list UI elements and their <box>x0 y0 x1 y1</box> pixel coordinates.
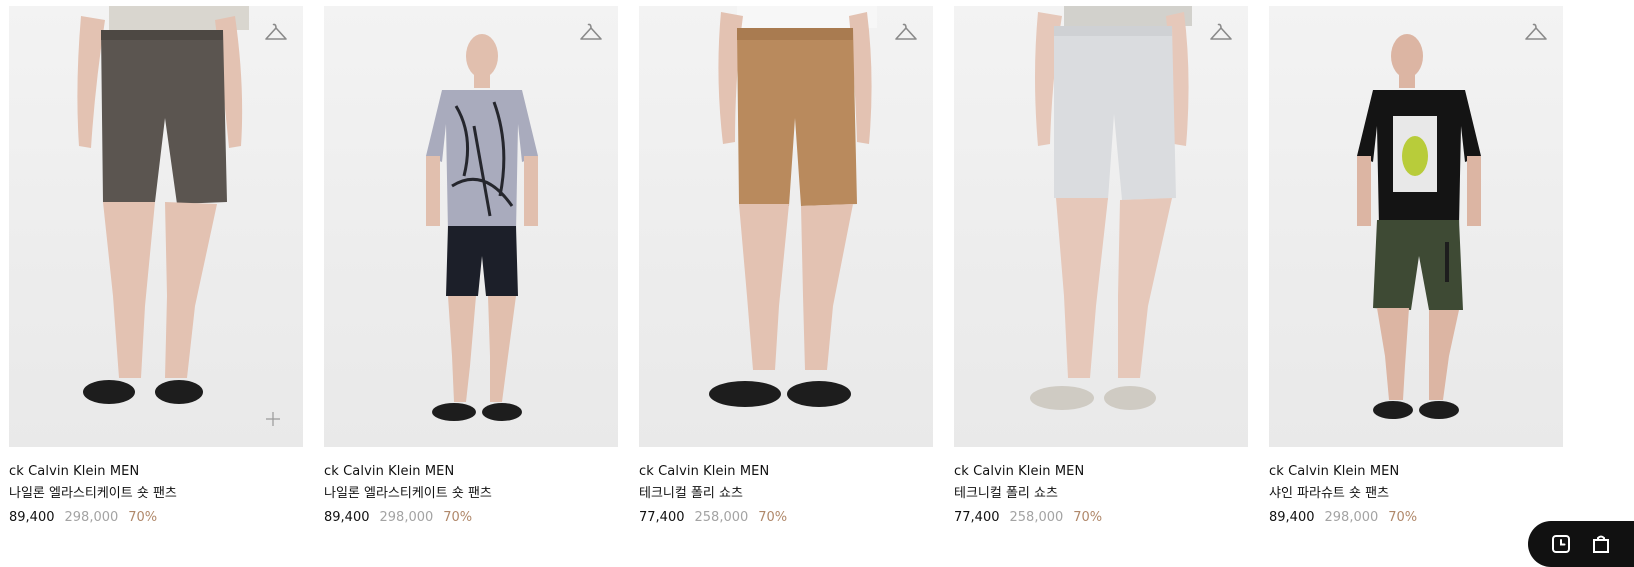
product-image[interactable] <box>1269 6 1563 447</box>
sale-price: 89,400 <box>324 510 370 525</box>
product-info: ck Calvin Klein MEN 테크니컬 폴리 쇼츠 77,400 25… <box>639 447 933 526</box>
product-info: ck Calvin Klein MEN 나일론 엘라스티케이트 숏 팬츠 89,… <box>324 447 618 526</box>
hanger-icon[interactable] <box>1523 20 1549 46</box>
model-photo <box>1357 34 1481 419</box>
product-name[interactable]: 샤인 파라슈트 숏 팬츠 <box>1269 486 1563 502</box>
discount-rate: 70% <box>128 510 158 525</box>
product-info: ck Calvin Klein MEN 샤인 파라슈트 숏 팬츠 89,400 … <box>1269 447 1563 526</box>
clock-icon[interactable] <box>1550 533 1572 555</box>
price-row: 89,400 298,000 70% <box>9 510 303 526</box>
price-row: 77,400 258,000 70% <box>639 510 933 526</box>
product-info: ck Calvin Klein MEN 테크니컬 폴리 쇼츠 77,400 25… <box>954 447 1248 526</box>
product-card[interactable]: ck Calvin Klein MEN 테크니컬 폴리 쇼츠 77,400 25… <box>954 6 1248 526</box>
product-brand[interactable]: ck Calvin Klein MEN <box>1269 464 1563 480</box>
product-brand[interactable]: ck Calvin Klein MEN <box>324 464 618 480</box>
hanger-icon[interactable] <box>893 20 919 46</box>
product-card[interactable]: ck Calvin Klein MEN 나일론 엘라스티케이트 숏 팬츠 89,… <box>9 6 303 526</box>
product-image[interactable] <box>639 6 933 447</box>
original-price: 298,000 <box>379 510 434 525</box>
product-image[interactable] <box>954 6 1248 447</box>
hanger-icon[interactable] <box>263 20 289 46</box>
product-card[interactable]: ck Calvin Klein MEN 테크니컬 폴리 쇼츠 77,400 25… <box>639 6 933 526</box>
product-brand[interactable]: ck Calvin Klein MEN <box>954 464 1248 480</box>
product-brand[interactable]: ck Calvin Klein MEN <box>9 464 303 480</box>
hanger-icon[interactable] <box>1208 20 1234 46</box>
floating-action-bar <box>1528 521 1634 567</box>
model-photo <box>77 6 249 404</box>
discount-rate: 70% <box>758 510 788 525</box>
product-brand[interactable]: ck Calvin Klein MEN <box>639 464 933 480</box>
product-name[interactable]: 나일론 엘라스티케이트 숏 팬츠 <box>9 486 303 502</box>
model-photo <box>1030 6 1192 410</box>
product-info: ck Calvin Klein MEN 나일론 엘라스티케이트 숏 팬츠 89,… <box>9 447 303 526</box>
store-icon[interactable] <box>1590 533 1612 555</box>
product-name[interactable]: 나일론 엘라스티케이트 숏 팬츠 <box>324 486 618 502</box>
price-row: 89,400 298,000 70% <box>324 510 618 526</box>
hanger-icon[interactable] <box>578 20 604 46</box>
sale-price: 77,400 <box>639 510 685 525</box>
product-card[interactable]: ck Calvin Klein MEN 나일론 엘라스티케이트 숏 팬츠 89,… <box>324 6 618 526</box>
model-photo <box>709 6 877 407</box>
product-card[interactable]: ck Calvin Klein MEN 샤인 파라슈트 숏 팬츠 89,400 … <box>1269 6 1563 526</box>
original-price: 258,000 <box>1009 510 1064 525</box>
sale-price: 77,400 <box>954 510 1000 525</box>
product-grid: ck Calvin Klein MEN 나일론 엘라스티케이트 숏 팬츠 89,… <box>9 6 1563 526</box>
discount-rate: 70% <box>443 510 473 525</box>
product-image[interactable] <box>9 6 303 447</box>
product-name[interactable]: 테크니컬 폴리 쇼츠 <box>954 486 1248 502</box>
sale-price: 89,400 <box>1269 510 1315 525</box>
original-price: 298,000 <box>1324 510 1379 525</box>
product-name[interactable]: 테크니컬 폴리 쇼츠 <box>639 486 933 502</box>
price-row: 77,400 258,000 70% <box>954 510 1248 526</box>
original-price: 298,000 <box>64 510 119 525</box>
discount-rate: 70% <box>1388 510 1418 525</box>
original-price: 258,000 <box>694 510 749 525</box>
plus-icon[interactable] <box>263 409 283 429</box>
price-row: 89,400 298,000 70% <box>1269 510 1563 526</box>
sale-price: 89,400 <box>9 510 55 525</box>
discount-rate: 70% <box>1073 510 1103 525</box>
model-photo <box>426 34 538 421</box>
product-image[interactable] <box>324 6 618 447</box>
